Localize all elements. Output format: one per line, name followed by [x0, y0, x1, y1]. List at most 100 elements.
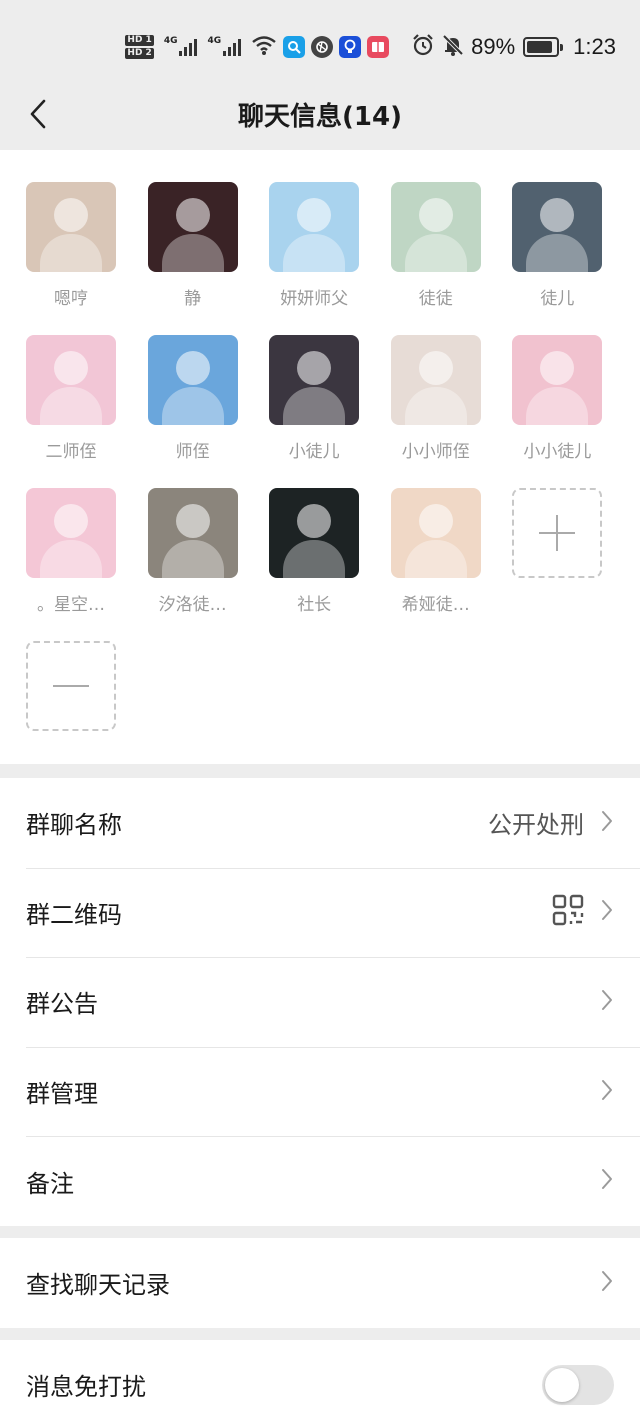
settings-row-accessory: 公开处刑: [488, 778, 614, 868]
member-item[interactable]: 妍妍师父: [259, 182, 369, 312]
avatar: [26, 182, 116, 272]
settings-row-accessory: [600, 1136, 614, 1226]
alarm-icon: [411, 33, 435, 61]
settings-row-label: 群管理: [26, 1080, 98, 1109]
member-item[interactable]: 徒儿: [502, 182, 612, 312]
avatar: [390, 488, 481, 578]
hd-indicators: HD 1 HD 2: [125, 35, 154, 59]
settings-row-label: 群二维码: [26, 900, 122, 929]
member-name: 嗯哼: [54, 289, 88, 309]
settings-row-label: 备注: [26, 1169, 74, 1198]
member-name: 二师侄: [45, 442, 97, 462]
settings-row[interactable]: 群聊名称 公开处刑: [0, 778, 640, 868]
members-grid: 嗯哼 静 妍妍师父 徒徒 徒儿二师侄 师侄 小徒儿 小小师侄 小小徒儿。星空… 汐洛徒… 社长 希娅徒…: [0, 150, 640, 764]
bulb-app-icon: [339, 36, 362, 58]
avatar: [147, 488, 238, 578]
qr-code-icon: [552, 894, 584, 930]
member-name: 小徒儿: [288, 442, 340, 462]
remove-member-button[interactable]: [16, 641, 126, 771]
member-item[interactable]: 嗯哼: [16, 182, 126, 312]
member-name: 小小徒儿: [523, 442, 592, 462]
page-title: 聊天信息(14): [238, 102, 402, 132]
member-name: 社长: [297, 595, 332, 615]
settings-row[interactable]: 群管理: [0, 1046, 640, 1137]
chevron-right-icon: [600, 809, 614, 837]
chevron-right-icon: [600, 1167, 614, 1195]
network-type-1: 4G: [163, 36, 178, 46]
search-app-icon: [283, 36, 306, 58]
member-item[interactable]: 静: [138, 182, 248, 312]
member-name: 师侄: [175, 442, 210, 462]
member-item[interactable]: 徒徒: [381, 182, 491, 312]
member-name: 妍妍师父: [280, 289, 349, 309]
member-name: 希娅徒…: [401, 595, 470, 615]
avatar: [26, 335, 116, 425]
settings-row[interactable]: 群公告: [0, 957, 640, 1047]
settings-row-accessory: [600, 1238, 614, 1328]
settings-group-1: 群聊名称 公开处刑群二维码群公告群管理备注: [0, 778, 640, 1226]
avatar: [269, 182, 360, 272]
settings-row[interactable]: 群二维码: [0, 867, 640, 958]
chevron-right-icon: [600, 1078, 614, 1106]
settings-group-2: 查找聊天记录: [0, 1238, 640, 1328]
member-name: 静: [184, 289, 202, 309]
book-app-icon: [367, 36, 390, 58]
signal-1-icon: [179, 38, 198, 56]
wifi-icon: [251, 34, 277, 60]
member-item[interactable]: 希娅徒…: [381, 488, 491, 618]
settings-group-3: 消息免打扰: [0, 1340, 640, 1422]
network-type-2: 4G: [207, 36, 222, 46]
add-member-button[interactable]: [502, 488, 612, 618]
settings-row-label: 群聊名称: [26, 811, 122, 840]
avatar: [390, 182, 481, 272]
settings-row[interactable]: 备注: [0, 1136, 640, 1226]
member-item[interactable]: 小徒儿: [259, 335, 369, 465]
avatar: [26, 488, 116, 578]
avatar: [147, 335, 238, 425]
settings-row-label: 群公告: [26, 990, 98, 1019]
aperture-app-icon: [311, 36, 334, 58]
settings-row-label: 查找聊天记录: [26, 1271, 170, 1300]
dnd-toggle[interactable]: [542, 1364, 614, 1405]
settings-row-label: 消息免打扰: [26, 1373, 146, 1402]
hd1-badge: HD 1: [125, 35, 154, 46]
member-item[interactable]: 。星空…: [16, 488, 126, 618]
chevron-right-icon: [600, 1269, 614, 1297]
signal-2-icon: [223, 38, 242, 56]
settings-row-accessory: [542, 1340, 614, 1422]
member-name: 汐洛徒…: [158, 595, 227, 615]
plus-icon: [512, 488, 603, 578]
avatar: [269, 335, 360, 425]
settings-row[interactable]: 消息免打扰: [0, 1340, 640, 1422]
battery-percent: 89%: [471, 34, 516, 59]
member-item[interactable]: 师侄: [138, 335, 248, 465]
avatar: [390, 335, 481, 425]
settings-row-accessory: [552, 868, 614, 958]
mute-bell-icon: [441, 33, 465, 61]
avatar: [147, 182, 238, 272]
avatar: [269, 488, 360, 578]
settings-row[interactable]: 查找聊天记录: [0, 1238, 640, 1328]
member-name: 。星空…: [37, 595, 105, 615]
toggle-knob: [545, 1367, 579, 1402]
settings-row-value: 公开处刑: [488, 811, 584, 840]
minus-icon: [26, 641, 116, 731]
member-item[interactable]: 二师侄: [16, 335, 126, 465]
member-item[interactable]: 小小徒儿: [502, 335, 612, 465]
status-bar: HD 1 HD 2 4G 4G 89% 1:23: [0, 0, 640, 80]
battery-icon: [523, 37, 564, 57]
member-item[interactable]: 小小师侄: [381, 335, 491, 465]
settings-row-accessory: [600, 957, 614, 1047]
title-bar: 聊天信息(14): [0, 80, 640, 150]
hd2-badge: HD 2: [125, 48, 154, 59]
clock: 1:23: [573, 34, 616, 59]
member-name: 徒徒: [418, 289, 453, 309]
status-icons: HD 1 HD 2 4G 4G 89% 1:23: [125, 30, 616, 64]
avatar: [512, 335, 603, 425]
member-item[interactable]: 社长: [259, 488, 369, 618]
settings-row-accessory: [600, 1047, 614, 1137]
member-item[interactable]: 汐洛徒…: [138, 488, 248, 618]
battery-fill: [527, 41, 553, 53]
member-name: 徒儿: [540, 289, 575, 309]
chevron-right-icon: [600, 898, 614, 926]
